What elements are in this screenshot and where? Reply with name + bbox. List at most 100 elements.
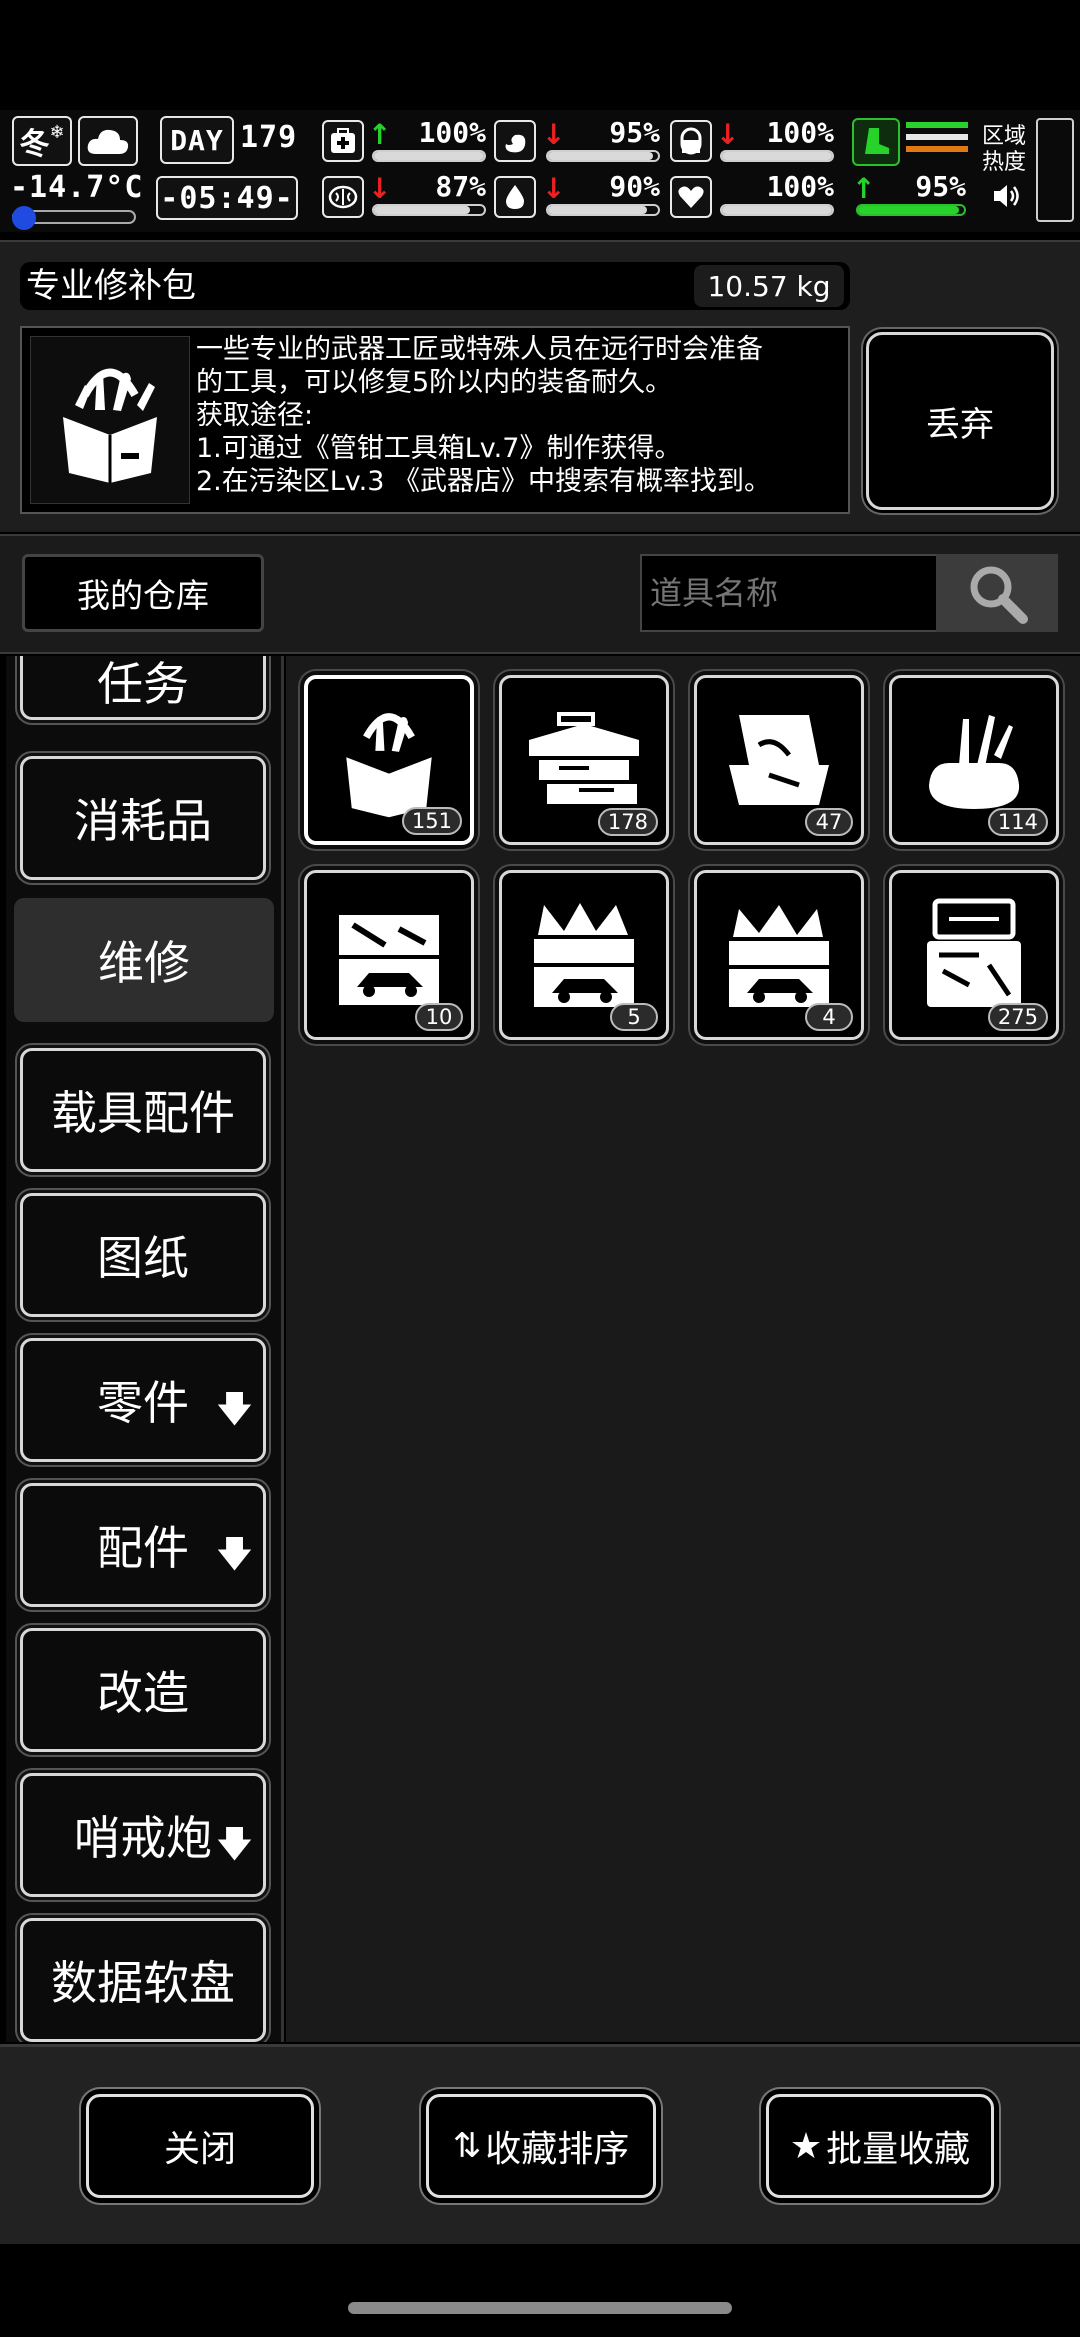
water-drop-icon: [494, 176, 536, 218]
tool-case-icon: [729, 715, 829, 805]
favorite-sort-label: 收藏排序: [485, 2129, 630, 2170]
heart-icon: [670, 176, 712, 218]
item-slot[interactable]: 10: [304, 870, 474, 1040]
stomach-icon: [494, 120, 536, 162]
stamina-level-lines: [906, 122, 968, 162]
category-label: 数据软盘: [51, 1956, 235, 2010]
category-label: 任务: [97, 657, 189, 711]
health-bar: [372, 150, 486, 162]
mental-bar: [372, 204, 486, 216]
discard-button[interactable]: 丢弃: [866, 332, 1054, 510]
category-label: 图纸: [97, 1231, 189, 1285]
fatigue-bar: [720, 150, 834, 162]
home-indicator[interactable]: [348, 2302, 732, 2314]
region-heat-label: 区域 热度: [980, 124, 1028, 176]
car-toolbox-full-icon: [729, 905, 829, 1007]
category-sentry-gun[interactable]: 哨戒炮 🡇: [20, 1773, 266, 1897]
item-name: 专业修补包: [26, 266, 196, 306]
search-icon: [970, 566, 1028, 624]
clock-readout: -05:49-: [156, 176, 298, 220]
category-label: 配件: [97, 1521, 189, 1575]
item-quantity: 47: [805, 808, 853, 836]
item-slot[interactable]: 178: [499, 675, 669, 845]
item-quantity: 4: [805, 1003, 853, 1031]
region-heat-line1: 区域: [981, 124, 1026, 149]
item-quantity: 178: [597, 808, 658, 836]
temperature-slider: [12, 206, 136, 230]
tool-pouch-icon: [929, 715, 1020, 809]
hunger-value: 95%: [609, 116, 660, 149]
description-line: 获取途径:: [196, 400, 314, 431]
hunger-down-arrow-icon: ↓: [542, 118, 566, 151]
region-heat-meter: [1036, 118, 1074, 222]
mood-value: 100%: [766, 170, 834, 203]
batch-favorite-label: 批量收藏: [826, 2129, 971, 2170]
item-slot[interactable]: 114: [889, 675, 1059, 845]
star-icon: ★: [789, 2125, 823, 2167]
item-description: 一些专业的武器工匠或特殊人员在远行时会准备 的工具，可以修复5阶以内的装备耐久。…: [196, 333, 846, 498]
mental-down-arrow-icon: ↓: [368, 172, 392, 205]
category-components[interactable]: 零件 🡇: [20, 1338, 266, 1462]
my-warehouse-button[interactable]: 我的仓库: [22, 554, 264, 632]
car-toolbox-full-icon: [534, 903, 634, 1007]
category-accessories[interactable]: 配件 🡇: [20, 1483, 266, 1607]
category-consumables[interactable]: 消耗品: [20, 756, 266, 880]
repair-bag-icon: [30, 336, 190, 504]
speaker-icon[interactable]: [990, 180, 1022, 212]
thirst-bar: [546, 204, 660, 216]
swap-arrows-icon: ⇅: [452, 2126, 482, 2166]
category-label: 零件: [97, 1376, 189, 1430]
category-repair[interactable]: 维修: [14, 898, 274, 1022]
item-weight: 10.57 kg: [694, 265, 844, 307]
favorite-sort-button[interactable]: ⇅ 收藏排序: [426, 2094, 656, 2198]
category-label: 载具配件: [51, 1086, 235, 1140]
region-heat-line2: 热度: [981, 150, 1026, 175]
item-slot[interactable]: 47: [694, 675, 864, 845]
hunger-bar: [546, 150, 660, 162]
mental-value: 87%: [435, 170, 486, 203]
boot-icon: [852, 118, 900, 166]
day-label: DAY: [160, 116, 234, 164]
item-slot[interactable]: 4: [694, 870, 864, 1040]
search-button[interactable]: [936, 554, 1058, 632]
medkit-icon: [322, 120, 364, 162]
item-slot[interactable]: 151: [304, 675, 474, 845]
batch-favorite-button[interactable]: ★ 批量收藏: [766, 2094, 994, 2198]
repair-bag-icon: [346, 713, 432, 818]
category-label: 消耗品: [74, 794, 212, 848]
item-slot[interactable]: 275: [889, 870, 1059, 1040]
item-quantity: 10: [415, 1003, 463, 1031]
item-quantity: 5: [610, 1003, 658, 1031]
precision-kit-icon: [927, 898, 1021, 1007]
close-button[interactable]: 关闭: [86, 2094, 314, 2198]
item-quantity: 151: [401, 807, 462, 835]
brain-icon: [322, 176, 364, 218]
category-label: 维修: [98, 936, 190, 990]
mood-bar: [720, 204, 834, 216]
season-label: 冬: [19, 127, 50, 162]
fatigue-down-arrow-icon: ↓: [716, 118, 740, 151]
download-arrow-icon: 🡇: [215, 1389, 253, 1430]
category-modification[interactable]: 改造: [20, 1628, 266, 1752]
stamina-bar: [856, 204, 966, 216]
item-name-search-input[interactable]: [640, 554, 938, 632]
category-data-disk[interactable]: 数据软盘: [20, 1918, 266, 2042]
category-sidebar[interactable]: 任务 消耗品 维修 载具配件 图纸 零件 🡇 配件 🡇 改造 哨戒炮 🡇 数据软盘: [6, 656, 284, 2042]
item-slot[interactable]: 5: [499, 870, 669, 1040]
thirst-value: 90%: [609, 170, 660, 203]
day-counter: 179: [240, 120, 298, 155]
item-grid: [286, 656, 1080, 2042]
description-line: 1.可通过《管钳工具箱Lv.7》制作获得。: [196, 433, 682, 464]
toolbox-icon: [529, 712, 639, 804]
category-blueprints[interactable]: 图纸: [20, 1193, 266, 1317]
category-label: 改造: [97, 1666, 189, 1720]
health-up-arrow-icon: ↑: [368, 118, 392, 151]
health-value: 100%: [418, 116, 486, 149]
category-task[interactable]: 任务: [20, 656, 266, 720]
download-arrow-icon: 🡇: [215, 1534, 253, 1575]
stamina-value: 95%: [915, 170, 966, 203]
snowflake-icon: ❄: [49, 121, 65, 143]
download-arrow-icon: 🡇: [215, 1824, 253, 1865]
category-vehicle-parts[interactable]: 载具配件: [20, 1048, 266, 1172]
temperature-readout: -14.7°C: [10, 170, 144, 205]
